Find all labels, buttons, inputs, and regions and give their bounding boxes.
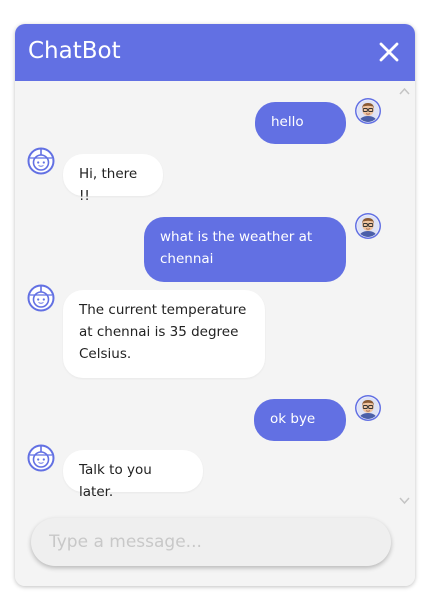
chat-window: ChatBot hello Hi, there !! what is the w… [15,24,415,586]
bot-message-bubble: The current temperature at chennai is 35… [63,290,265,378]
message-list[interactable]: hello Hi, there !! what is the weather a… [15,81,395,516]
message-input-area [15,516,415,586]
scroll-up-icon[interactable] [399,87,410,96]
message-scrollbar[interactable] [396,81,413,516]
user-message-bubble: ok bye [254,399,346,441]
chat-title: ChatBot [28,38,121,64]
user-message-bubble: what is the weather at chennai [144,217,346,282]
bot-avatar-icon [27,284,55,312]
bot-avatar-icon [27,147,55,175]
scroll-down-icon[interactable] [399,496,410,505]
user-avatar-icon [354,212,382,240]
chat-header: ChatBot [15,24,415,81]
user-avatar-icon [354,394,382,422]
bot-message-bubble: Talk to you later. [63,450,203,500]
bot-avatar-icon [27,444,55,472]
user-message-bubble: hello [255,102,346,144]
close-icon[interactable] [377,40,401,64]
bot-message-bubble: Hi, there !! [63,154,163,204]
user-avatar-icon [354,97,382,125]
message-input[interactable] [31,518,391,566]
